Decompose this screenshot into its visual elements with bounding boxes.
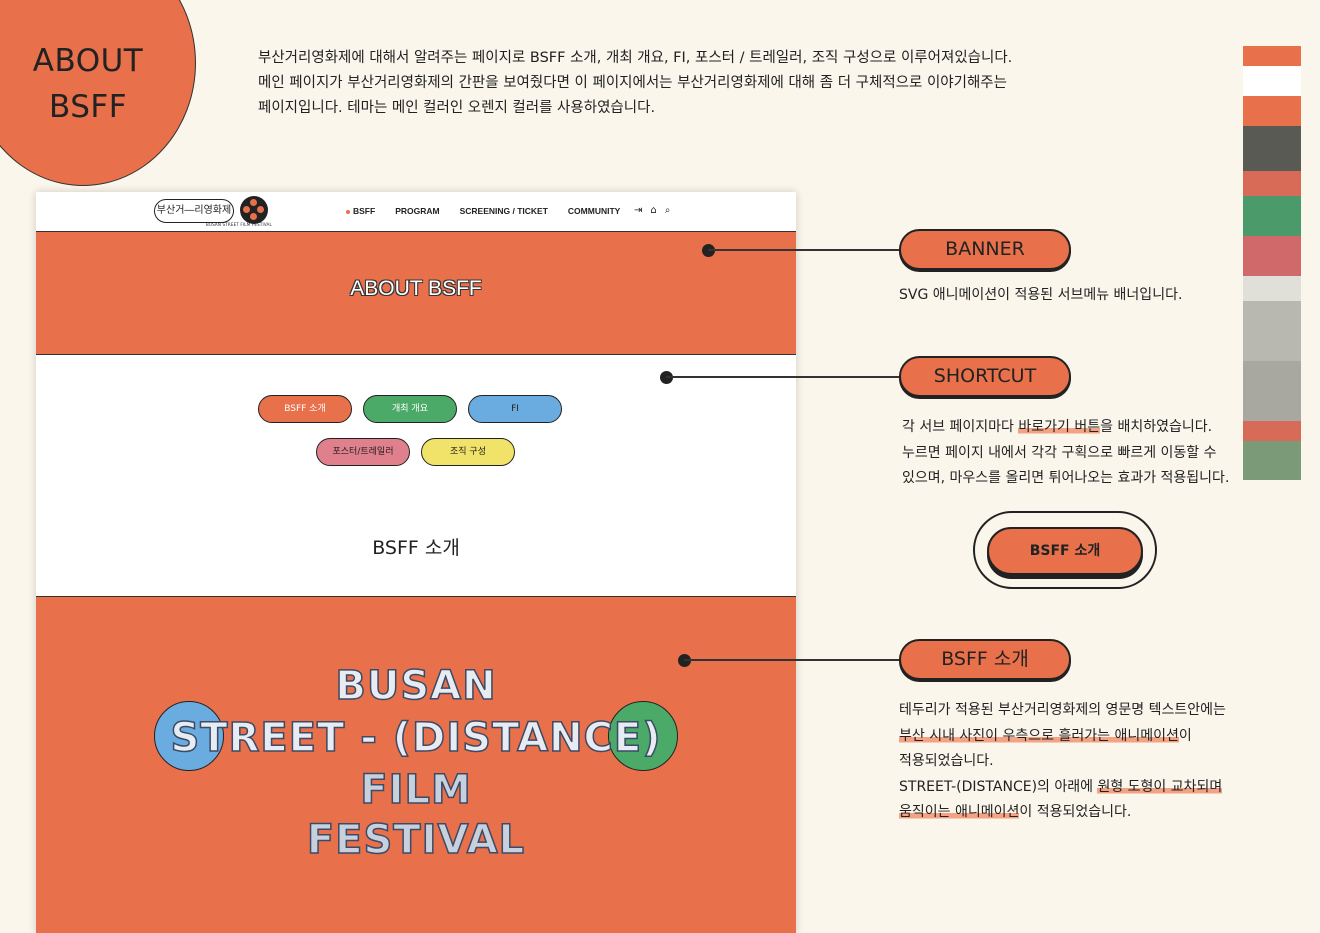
big-text-festival: FESTIVAL — [306, 816, 526, 864]
site-header: 부산거―리영화제 BUSAN STREET FILM FESTIVAL BSFF… — [36, 192, 796, 232]
bsff-desc: 테두리가 적용된 부산거리영화제의 영문명 텍스트안에는 부산 시내 사진이 우… — [899, 698, 1226, 826]
banner-title: ABOUT BSFF — [350, 277, 482, 300]
intro-line: 페이지입니다. 테마는 메인 컬러인 오렌지 컬러를 사용하였습니다. — [258, 100, 656, 116]
desc-text: 적용되었습니다. — [899, 753, 994, 769]
desc-highlight: 바로가기 버튼 — [1018, 419, 1101, 435]
full-page-thumbnail — [1243, 36, 1301, 480]
big-text-busan: BUSAN — [335, 662, 497, 710]
bsff-intro-section: BUSAN STREET - (DISTANCE) FILM FESTIVAL — [36, 597, 796, 933]
desc-text: 을 배치하였습니다. — [1100, 419, 1213, 435]
home-icon[interactable]: ⌂ — [650, 205, 656, 216]
connector-line — [666, 376, 900, 378]
logo-wordmark: 부산거―리영화제 — [154, 199, 234, 223]
nav-label: BSFF — [353, 206, 376, 216]
intro-text: 부산거리영화제에 대해서 알려주는 페이지로 BSFF 소개, 개최 개요, F… — [258, 46, 1038, 121]
hero-title-line1: ABOUT — [32, 43, 144, 79]
shortcut-button-overview[interactable]: 개최 개요 — [363, 395, 457, 423]
section-heading: BSFF 소개 — [372, 537, 460, 559]
logo-subtitle: BUSAN STREET FILM FESTIVAL — [206, 222, 272, 227]
shortcut-tag: SHORTCUT — [899, 356, 1071, 397]
big-text-street: STREET - (DISTANCE) — [170, 714, 662, 762]
shortcut-button-fi[interactable]: FI — [468, 395, 562, 423]
hover-demo-button[interactable]: BSFF 소개 — [987, 527, 1143, 575]
banner-desc: SVG 애니메이션이 적용된 서브메뉴 배너입니다. — [899, 287, 1183, 303]
nav-item-community[interactable]: COMMUNITY — [568, 206, 620, 216]
shortcut-button-bsff-intro[interactable]: BSFF 소개 — [258, 395, 352, 423]
header-icons: ⇥ ⌂ ⌕ — [634, 205, 670, 216]
login-icon[interactable]: ⇥ — [634, 205, 642, 216]
nav-item-screening-ticket[interactable]: SCREENING / TICKET — [460, 206, 548, 216]
desc-highlight: 부산 시내 사진이 우측으로 흘러가는 애니메이션 — [899, 727, 1179, 744]
bsff-tag: BSFF 소개 — [899, 639, 1071, 680]
search-icon[interactable]: ⌕ — [665, 205, 671, 216]
intro-line: 부산거리영화제에 대해서 알려주는 페이지로 BSFF 소개, 개최 개요, F… — [258, 50, 1013, 66]
film-reel-icon — [240, 196, 268, 224]
shortcut-section: BSFF 소개 개최 개요 FI 포스터/트레일러 조직 구성 BSFF 소개 — [36, 355, 796, 597]
site-logo[interactable]: 부산거―리영화제 BUSAN STREET FILM FESTIVAL — [154, 196, 272, 228]
hero-title-line2: BSFF — [48, 89, 128, 125]
desc-text: 각 서브 페이지마다 — [902, 419, 1019, 435]
desc-highlight: 원형 도형이 교차되며 — [1097, 778, 1223, 795]
shortcut-desc: 각 서브 페이지마다 바로가기 버튼을 배치하였습니다. 누르면 페이지 내에서… — [902, 415, 1229, 492]
desc-text: 있으며, 마우스를 올리면 튀어나오는 효과가 적용됩니다. — [902, 470, 1230, 486]
banner-tag: BANNER — [899, 229, 1071, 270]
big-text-film: FILM — [360, 766, 472, 814]
desc-text: STREET-(DISTANCE)의 아래에 — [899, 778, 1098, 795]
desc-text: 누르면 페이지 내에서 각각 구획으로 빠르게 이동할 수 — [902, 444, 1217, 461]
sub-banner: ABOUT BSFF — [36, 232, 796, 355]
desc-highlight: 움직이는 애니메이션 — [899, 804, 1020, 820]
intro-line: 메인 페이지가 부산거리영화제의 간판을 보여줬다면 이 페이지에서는 부산거리… — [258, 75, 1007, 91]
hero-title: ABOUT BSFF — [22, 38, 154, 130]
connector-line — [684, 659, 900, 661]
shortcut-button-organization[interactable]: 조직 구성 — [421, 438, 515, 466]
shortcut-button-poster-trailer[interactable]: 포스터/트레일러 — [316, 438, 410, 466]
website-mockup: 부산거―리영화제 BUSAN STREET FILM FESTIVAL BSFF… — [36, 192, 796, 933]
connector-line — [708, 249, 900, 251]
desc-text: 이 — [1178, 727, 1192, 744]
desc-text: 이 적용되었습니다. — [1019, 804, 1132, 820]
desc-text: 테두리가 적용된 부산거리영화제의 영문명 텍스트안에는 — [899, 702, 1226, 718]
active-dot-icon — [346, 209, 350, 214]
nav-item-program[interactable]: PROGRAM — [395, 206, 439, 216]
nav-item-bsff[interactable]: BSFF — [346, 206, 375, 216]
main-nav: BSFF PROGRAM SCREENING / TICKET COMMUNIT… — [346, 206, 620, 216]
